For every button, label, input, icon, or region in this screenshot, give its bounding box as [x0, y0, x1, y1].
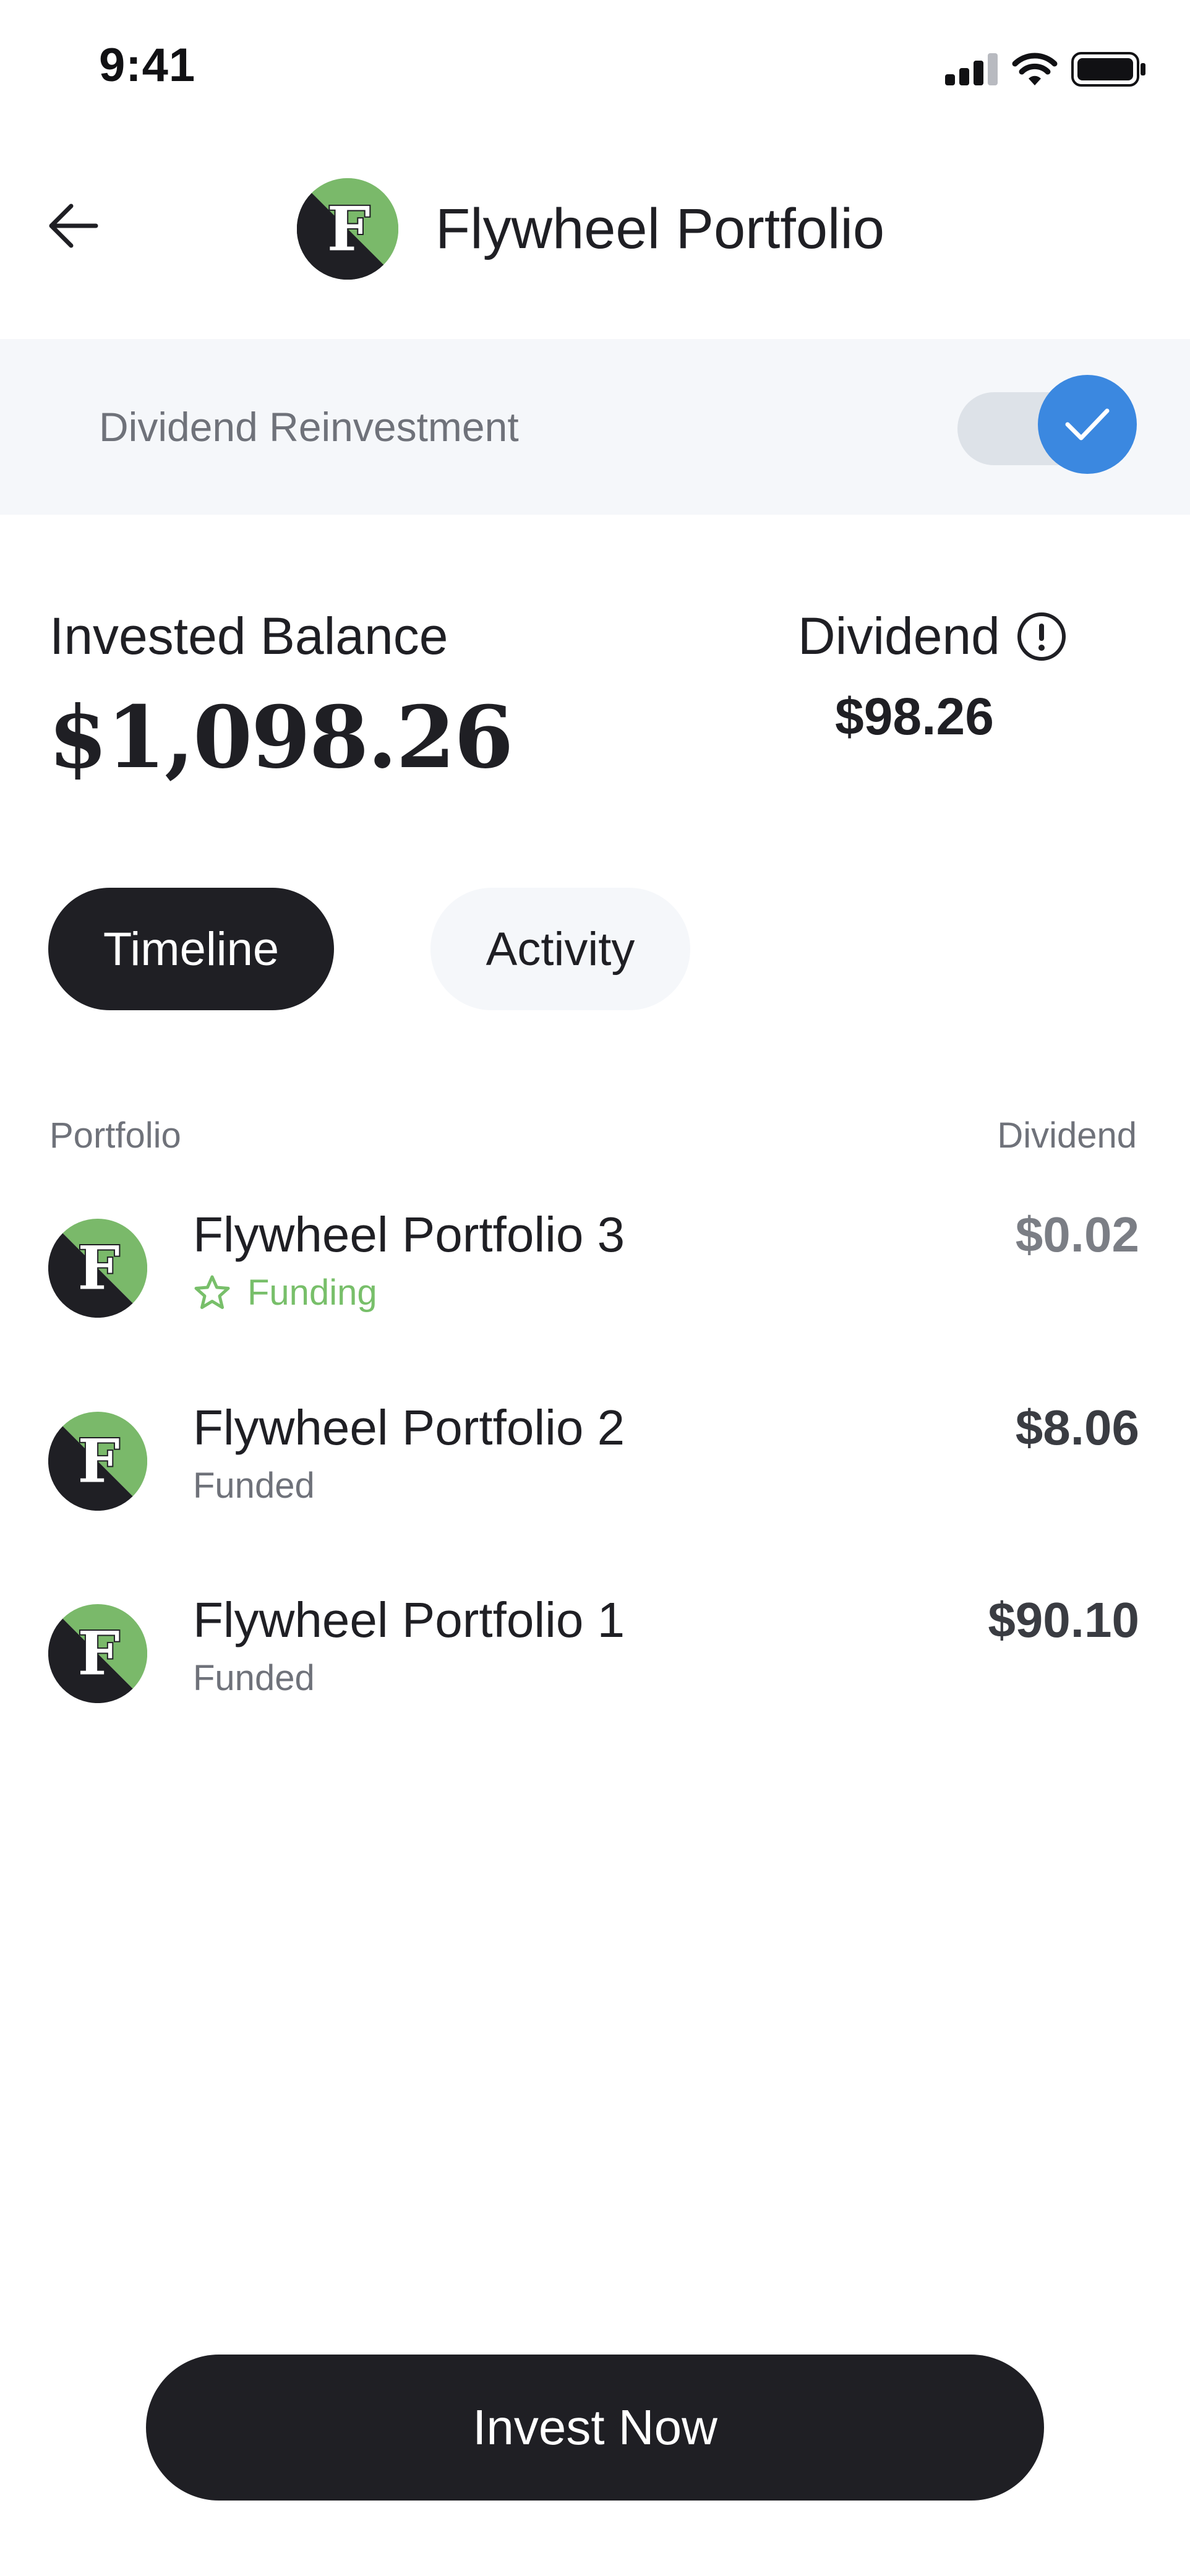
- status-time: 9:41: [99, 39, 196, 92]
- flywheel-logo: F: [48, 1604, 147, 1703]
- portfolio-row[interactable]: F Flywheel Portfolio 2 Funded $8.06: [0, 1399, 1190, 1523]
- dividend-reinvestment-toggle[interactable]: [957, 375, 1137, 476]
- svg-text:F: F: [78, 1234, 120, 1303]
- svg-text:F: F: [327, 194, 370, 265]
- portfolio-status-label: Funding: [247, 1273, 377, 1313]
- battery-icon: [1071, 52, 1145, 87]
- header: F Flywheel Portfolio: [0, 161, 1190, 297]
- dividend-value: $98.26: [835, 687, 994, 745]
- column-header-portfolio: Portfolio: [49, 1115, 181, 1156]
- checkmark-icon: [1065, 408, 1110, 440]
- toggle-knob: [1038, 375, 1137, 474]
- portfolio-row[interactable]: F Flywheel Portfolio 3 Funding $0.02: [0, 1206, 1190, 1330]
- invested-balance-value: $1,098.26: [48, 687, 513, 788]
- column-header-dividend: Dividend: [997, 1115, 1137, 1156]
- back-button[interactable]: [37, 189, 111, 263]
- portfolio-status: Funding: [193, 1272, 377, 1313]
- portfolio-dividend-amount: $90.10: [988, 1592, 1139, 1647]
- tab-activity[interactable]: Activity: [430, 888, 690, 1010]
- tab-timeline[interactable]: Timeline: [48, 888, 334, 1010]
- dividend-reinvestment-row: Dividend Reinvestment: [0, 339, 1190, 515]
- dividend-header: Dividend: [798, 606, 1067, 666]
- portfolio-dividend-amount: $8.06: [1015, 1400, 1139, 1455]
- dividend-label: Dividend: [798, 607, 1000, 665]
- page-title: Flywheel Portfolio: [435, 197, 885, 260]
- cellular-signal-icon: [945, 53, 998, 85]
- svg-text:F: F: [78, 1427, 120, 1496]
- portfolio-name: Flywheel Portfolio 3: [193, 1207, 625, 1262]
- star-icon: [194, 1275, 230, 1309]
- arrow-left-icon: [49, 204, 98, 248]
- flywheel-logo: F: [297, 178, 398, 280]
- wifi-icon: [1012, 53, 1058, 85]
- status-bar: 9:41: [0, 0, 1190, 130]
- header-title-group: F Flywheel Portfolio: [297, 178, 884, 280]
- portfolio-status: Funded: [193, 1658, 315, 1698]
- portfolio-row[interactable]: F Flywheel Portfolio 1 Funded $90.10: [0, 1592, 1190, 1715]
- flywheel-logo: F: [48, 1219, 147, 1318]
- portfolio-status: Funded: [193, 1466, 315, 1506]
- portfolio-dividend-amount: $0.02: [1015, 1207, 1139, 1262]
- dividend-reinvestment-label: Dividend Reinvestment: [99, 404, 519, 450]
- flywheel-logo: F: [48, 1412, 147, 1511]
- info-circle-icon[interactable]: [1016, 611, 1067, 662]
- portfolio-name: Flywheel Portfolio 2: [193, 1400, 625, 1455]
- svg-text:F: F: [78, 1619, 120, 1689]
- status-icons: [945, 49, 1147, 89]
- portfolio-name: Flywheel Portfolio 1: [193, 1592, 625, 1647]
- invest-now-button[interactable]: Invest Now: [146, 2355, 1044, 2501]
- invested-balance-label: Invested Balance: [49, 607, 448, 665]
